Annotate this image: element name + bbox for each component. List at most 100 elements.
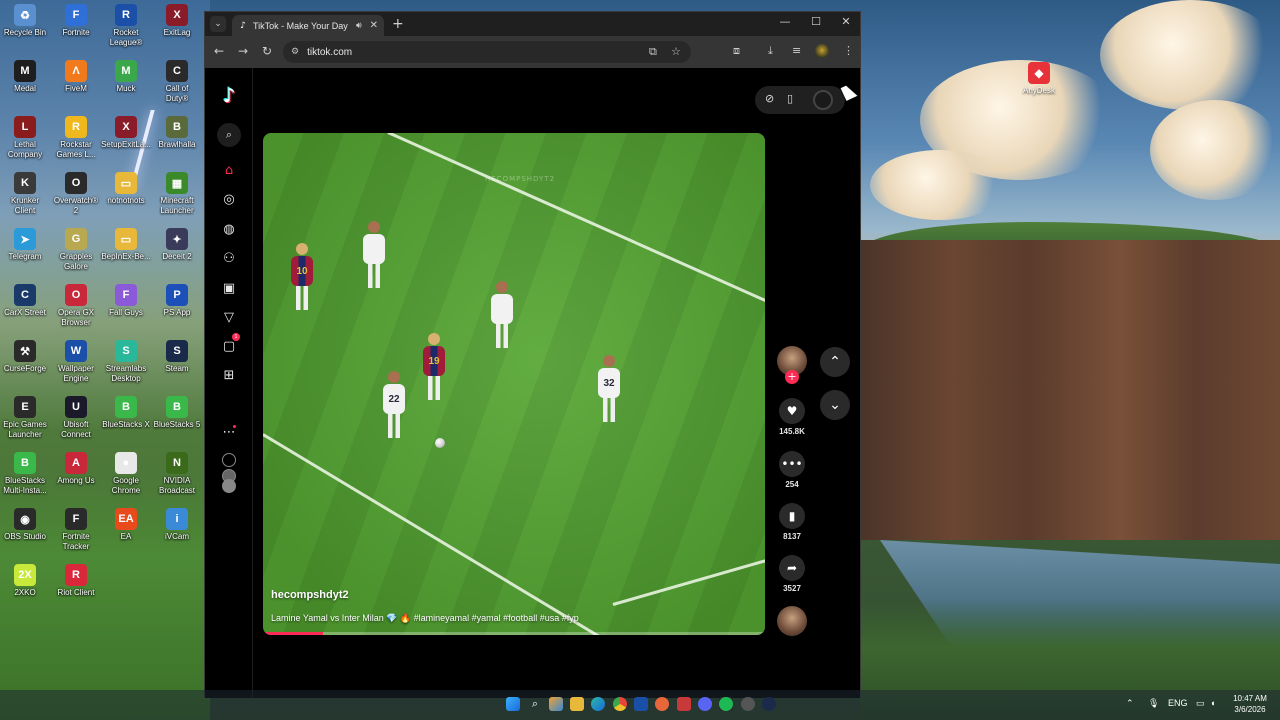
media-controls-icon[interactable]: ≡	[792, 44, 801, 57]
following-avatar-icon[interactable]: ◍	[219, 219, 239, 239]
desktop-icon[interactable]: S Streamlabs Desktop	[100, 340, 152, 384]
taskbar-app-icon[interactable]	[677, 697, 691, 711]
downloads-icon[interactable]: ⤓	[768, 44, 773, 58]
home-icon[interactable]: ⌂	[219, 160, 239, 180]
taskbar-steam-icon[interactable]	[762, 697, 776, 711]
next-video-chevron-down-icon[interactable]: ⌄	[820, 390, 850, 420]
friends-icon[interactable]: ⚇	[219, 248, 239, 268]
desktop-icon[interactable]: ➤ Telegram	[0, 228, 51, 262]
tray-mic-icon[interactable]: 🎙︎	[1148, 698, 1159, 709]
tray-language[interactable]: ENG	[1168, 698, 1188, 708]
desktop-icon[interactable]: B BlueStacks 5	[151, 396, 203, 430]
taskbar-app-icon[interactable]	[655, 697, 669, 711]
followed-account-avatar[interactable]	[222, 453, 236, 467]
back-button[interactable]: ←	[211, 44, 227, 58]
taskbar-app-icon[interactable]	[634, 697, 648, 711]
start-windows-icon[interactable]	[506, 697, 520, 711]
desktop-icon[interactable]: S Steam	[151, 340, 203, 374]
activity-filter-icon[interactable]: ▽	[219, 307, 239, 327]
tab-search-dropdown[interactable]: ⌄	[210, 16, 226, 32]
desktop-icon[interactable]: M Muck	[100, 60, 152, 94]
device-icon[interactable]: ▯	[787, 92, 793, 105]
video-player[interactable]: HECOMPSHDYT2 10 19 32 22 hecompshdyt2 Lamin…	[263, 133, 765, 635]
desktop-icon[interactable]: ▦ Minecraft Launcher	[151, 172, 203, 216]
desktop-icon[interactable]: 2X 2XKO	[0, 564, 51, 598]
comment-icon[interactable]: •••	[779, 451, 805, 477]
live-tv-icon[interactable]: ▣	[219, 278, 239, 298]
tab-close-icon[interactable]: ✕	[370, 20, 378, 31]
desktop-icon[interactable]: F Fortnite	[50, 4, 102, 38]
desktop-icon[interactable]: X ExitLag	[151, 4, 203, 38]
share-arrow-icon[interactable]: ➦	[779, 555, 805, 581]
minimize-button[interactable]: —	[770, 15, 800, 28]
desktop-icon[interactable]: ▭ BepInEx-Be...	[100, 228, 152, 262]
autoscroll-icon[interactable]: ⊘	[765, 92, 774, 105]
desktop-icon-anydesk[interactable]: ◆ AnyDesk	[1013, 62, 1065, 95]
desktop-icon[interactable]: C Call of Duty®	[151, 60, 203, 104]
desktop-icon[interactable]: i iVCam	[151, 508, 203, 542]
desktop-icon[interactable]: ⚒ CurseForge	[0, 340, 51, 374]
desktop-icon[interactable]: ♻ Recycle Bin	[0, 4, 51, 38]
desktop-icon[interactable]: B Brawlhalla	[151, 116, 203, 150]
desktop-icon[interactable]: F Fall Guys	[100, 284, 152, 318]
desktop-icon[interactable]: X SetupExitLa...	[100, 116, 152, 150]
sound-disc-avatar[interactable]	[777, 606, 807, 636]
search-icon[interactable]: ⌕	[217, 123, 241, 147]
taskbar-explorer-icon[interactable]	[570, 697, 584, 711]
site-info-icon[interactable]: ⚙	[291, 47, 299, 57]
desktop-icon[interactable]: E Epic Games Launcher	[0, 396, 51, 440]
desktop-icon[interactable]: G Grapples Galore	[50, 228, 102, 272]
desktop-icon[interactable]: B BlueStacks Multi-Insta...	[0, 452, 51, 496]
video-author[interactable]: hecompshdyt2	[271, 589, 349, 601]
upload-plus-icon[interactable]: ⊞	[219, 365, 239, 385]
desktop-icon[interactable]: Λ FiveM	[50, 60, 102, 94]
desktop-icon[interactable]: N NVIDIA Broadcast	[151, 452, 203, 496]
address-bar[interactable]: ⚙ tiktok.com ⧉ ☆	[283, 41, 691, 63]
previous-video-chevron-up-icon[interactable]: ⌃	[820, 347, 850, 377]
desktop-icon[interactable]: W Wallpaper Engine	[50, 340, 102, 384]
maximize-button[interactable]: ☐	[801, 15, 831, 28]
install-app-icon[interactable]: ⧉	[649, 45, 657, 59]
taskbar-copilot-icon[interactable]	[549, 697, 563, 711]
record-toggle-button[interactable]	[813, 90, 833, 110]
like-heart-icon[interactable]: ♥	[779, 398, 805, 424]
desktop-icon[interactable]: ▭ notnotnots	[100, 172, 152, 206]
follow-plus-button[interactable]: +	[785, 370, 799, 384]
tiktok-logo-icon[interactable]: ♪	[218, 83, 240, 107]
desktop-icon[interactable]: ● Google Chrome	[100, 452, 152, 496]
taskbar-app-icon[interactable]	[741, 697, 755, 711]
taskbar-chrome-icon[interactable]	[613, 697, 627, 711]
desktop-icon[interactable]: R Riot Client	[50, 564, 102, 598]
video-progress-bar[interactable]	[263, 632, 765, 635]
desktop-icon[interactable]: ◉ OBS Studio	[0, 508, 51, 542]
forward-button[interactable]: →	[235, 44, 251, 58]
desktop-icon[interactable]: L Lethal Company	[0, 116, 51, 160]
desktop-icon[interactable]: ✦ Deceit 2	[151, 228, 203, 262]
desktop-icon[interactable]: B BlueStacks X	[100, 396, 152, 430]
desktop-icon[interactable]: U Ubisoft Connect	[50, 396, 102, 440]
desktop-icon[interactable]: C CarX Street	[0, 284, 51, 318]
explore-compass-icon[interactable]: ◎	[219, 189, 239, 209]
bookmark-icon[interactable]: ▮	[779, 503, 805, 529]
desktop-icon[interactable]: O Opera GX Browser	[50, 284, 102, 328]
desktop-icon[interactable]: M Medal	[0, 60, 51, 94]
browser-menu-icon[interactable]: ⋮	[843, 44, 854, 57]
tray-chevron-up-icon[interactable]: ⌃	[1126, 698, 1134, 709]
desktop-icon[interactable]: F Fortnite Tracker	[50, 508, 102, 552]
extensions-icon[interactable]: ⧈	[733, 44, 740, 58]
followed-account-avatar[interactable]	[222, 479, 236, 493]
desktop-icon[interactable]: P PS App	[151, 284, 203, 318]
video-caption[interactable]: Lamine Yamal vs Inter Milan 💎 🔥 #laminey…	[271, 613, 579, 624]
tray-volume-icon[interactable]: ◖	[1210, 698, 1215, 708]
desktop-icon[interactable]: R Rocket League®	[100, 4, 152, 48]
desktop-icon[interactable]: R Rockstar Games L...	[50, 116, 102, 160]
tray-network-icon[interactable]: ▭	[1196, 698, 1205, 709]
tab-audio-icon[interactable]: 🔊︎	[356, 21, 362, 31]
desktop-icon[interactable]: O Overwatch® 2	[50, 172, 102, 216]
taskbar-discord-icon[interactable]	[698, 697, 712, 711]
tab-tiktok[interactable]: ♪ TikTok - Make Your Day 🔊︎ ✕	[232, 15, 384, 36]
close-window-button[interactable]: ✕	[831, 15, 861, 28]
desktop-icon[interactable]: K Krunker Client	[0, 172, 51, 216]
profile-avatar[interactable]	[815, 44, 829, 58]
new-tab-button[interactable]: +	[392, 17, 404, 31]
